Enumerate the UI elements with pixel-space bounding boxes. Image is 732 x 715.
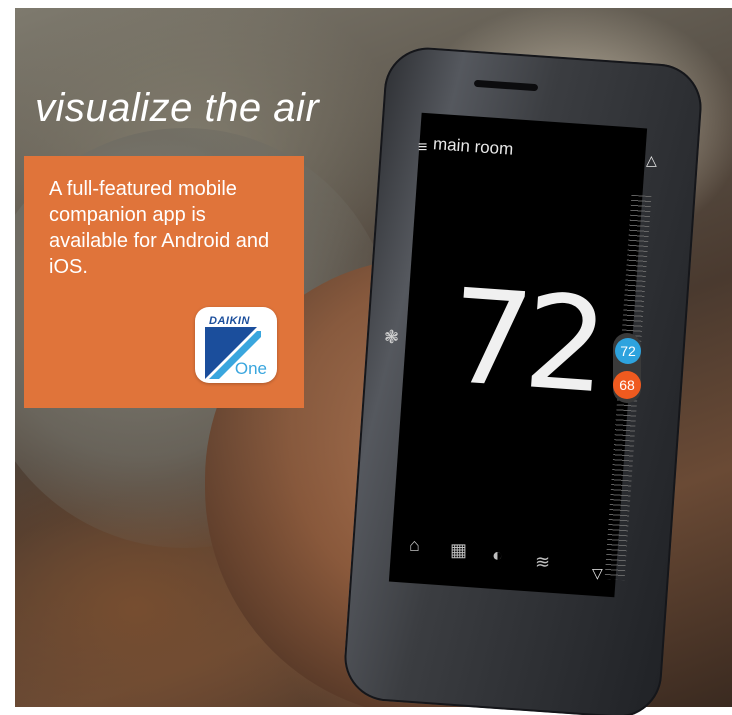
promo-text: A full-featured mobile companion app is … <box>49 178 270 278</box>
current-temperature: 72 <box>444 259 605 423</box>
schedule-icon[interactable]: ▦ <box>450 540 467 561</box>
eco-leaf-icon[interactable]: ◐ <box>492 545 503 566</box>
fan-icon[interactable]: ❃ <box>384 327 399 348</box>
air-quality-icon[interactable]: ≋ <box>535 552 550 573</box>
menu-icon[interactable]: ≡ <box>418 139 427 157</box>
home-icon[interactable]: ⌂ <box>409 535 420 556</box>
cool-setpoint-badge[interactable]: 72 <box>615 338 641 364</box>
decrease-temp-icon[interactable]: ▽ <box>592 565 603 582</box>
ad-canvas: visualize the air A full-featured mobile… <box>0 0 732 715</box>
app-icon-label: One <box>234 359 267 378</box>
daikin-one-app-icon[interactable]: DAIKIN One <box>195 307 277 383</box>
app-icon-brand: DAIKIN <box>209 315 250 327</box>
heat-setpoint-badge[interactable]: 68 <box>613 371 641 399</box>
increase-temp-icon[interactable]: △ <box>646 152 657 169</box>
headline: visualize the air <box>35 86 320 130</box>
